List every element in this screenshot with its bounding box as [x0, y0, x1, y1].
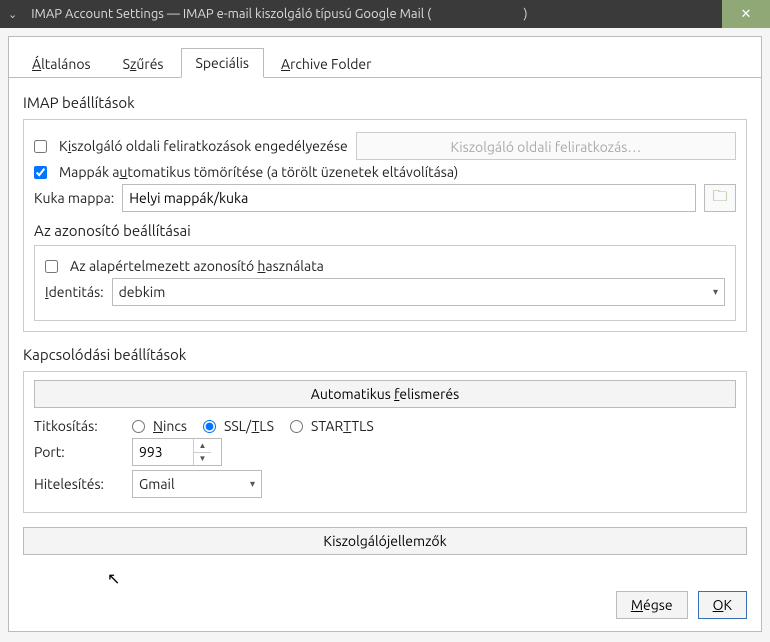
identity-heading: Az azonosító beállításai — [34, 222, 736, 239]
tab-archive[interactable]: Archive Folder — [266, 49, 386, 78]
input-port-field[interactable] — [133, 439, 193, 465]
button-server-features[interactable]: Kiszolgálójellemzők — [23, 527, 747, 555]
tab-filter[interactable]: Szűrés — [108, 49, 179, 78]
ok-button[interactable]: OK — [698, 591, 747, 619]
dialog-footer: Mégse OK — [616, 591, 747, 619]
checkbox-use-default-identity[interactable] — [45, 260, 58, 273]
close-button[interactable]: ✕ — [722, 0, 770, 28]
label-auto-compact: Mappák automatikus tömörítése (a törölt … — [59, 164, 458, 180]
chevron-down-icon: ⌄ — [8, 8, 17, 21]
button-server-subscriptions: Kiszolgáló oldali feliratkozás… — [356, 132, 736, 160]
radio-starttls[interactable] — [290, 420, 303, 433]
button-browse-folder[interactable]: 🗀 — [704, 184, 736, 212]
label-use-default-identity: Az alapértelmezett azonosító használata — [70, 258, 324, 274]
checkbox-auto-compact[interactable] — [34, 166, 47, 179]
cursor-icon: ↖ — [107, 569, 120, 588]
port-up-icon[interactable]: ▲ — [194, 439, 211, 453]
radio-none[interactable] — [132, 420, 145, 433]
tab-general[interactable]: Általános — [17, 49, 106, 78]
connection-heading: Kapcsolódási beállítások — [23, 346, 747, 363]
port-spinner-arrows[interactable]: ▲ ▼ — [193, 439, 211, 465]
tab-special[interactable]: Speciális — [181, 48, 265, 78]
tab-bar: Általános Szűrés Speciális Archive Folde… — [9, 37, 761, 78]
folder-icon: 🗀 — [712, 186, 727, 211]
label-auth: Hitelesítés: — [34, 476, 124, 492]
chevron-down-icon: ▾ — [250, 478, 255, 490]
input-port[interactable]: ▲ ▼ — [132, 438, 222, 466]
radio-ssl-label[interactable]: SSL/TLS — [203, 418, 274, 434]
combo-identity[interactable]: debkim ▾ — [112, 278, 725, 306]
imap-heading: IMAP beállítások — [23, 94, 747, 111]
identity-group: Az alapértelmezett azonosító használata … — [34, 245, 736, 321]
label-trash-folder: Kuka mappa: — [34, 190, 114, 206]
button-autodetect[interactable]: Automatikus felismerés — [34, 380, 736, 408]
titlebar: ⌄ IMAP Account Settings — IMAP e-mail ki… — [0, 0, 770, 28]
close-icon: ✕ — [741, 7, 752, 22]
input-trash-folder[interactable] — [122, 184, 696, 212]
dialog-window: Általános Szűrés Speciális Archive Folde… — [8, 36, 762, 632]
radio-starttls-label[interactable]: STARTTLS — [290, 418, 374, 434]
content-area: IMAP beállítások Kiszolgáló oldali felir… — [9, 78, 761, 555]
checkbox-server-subscriptions[interactable] — [34, 140, 47, 153]
port-down-icon[interactable]: ▼ — [194, 453, 211, 466]
imap-group: Kiszolgáló oldali feliratkozások engedél… — [23, 119, 747, 332]
combo-auth[interactable]: Gmail ▾ — [132, 470, 262, 498]
radio-ssl[interactable] — [203, 420, 216, 433]
cancel-button[interactable]: Mégse — [616, 591, 688, 619]
label-port: Port: — [34, 444, 124, 460]
radio-none-label[interactable]: Nincs — [132, 418, 187, 434]
combo-identity-value: debkim — [119, 284, 166, 300]
label-identity: Identitás: — [45, 284, 104, 300]
combo-auth-value: Gmail — [139, 476, 175, 492]
chevron-down-icon: ▾ — [713, 286, 718, 298]
connection-group: Automatikus felismerés Titkosítás: Nincs… — [23, 371, 747, 513]
label-server-subscriptions: Kiszolgáló oldali feliratkozások engedél… — [59, 138, 348, 154]
label-encryption: Titkosítás: — [34, 418, 124, 434]
window-title: IMAP Account Settings — IMAP e-mail kisz… — [27, 7, 722, 21]
